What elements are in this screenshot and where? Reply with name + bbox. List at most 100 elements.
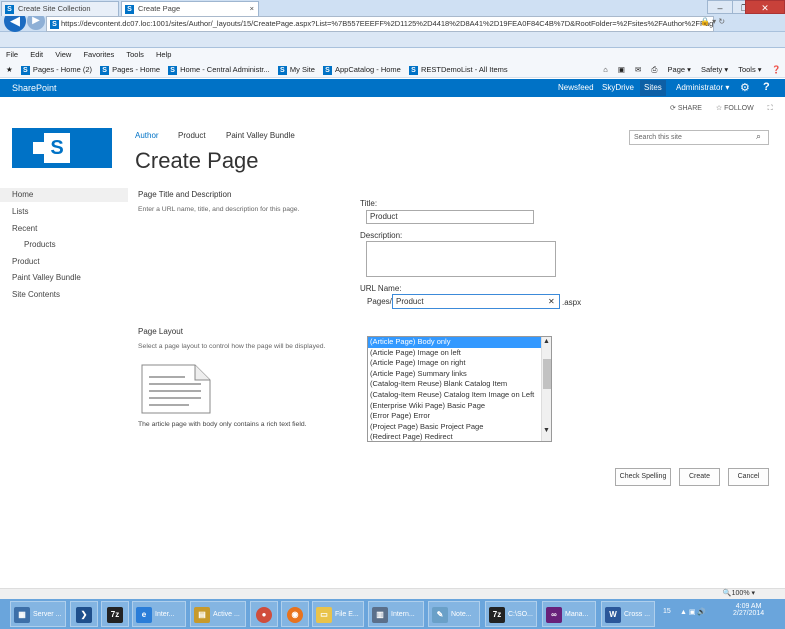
help-icon[interactable]: ? [763, 81, 770, 93]
powershell-icon: ❯ [76, 607, 92, 623]
nav-home[interactable]: Home [0, 188, 128, 202]
safety-menu[interactable]: Safety ▾ [701, 65, 728, 74]
nav-paint-valley-bundle[interactable]: Paint Valley Bundle [12, 273, 81, 282]
page-layout-listbox[interactable]: (Article Page) Body only (Article Page) … [367, 336, 552, 442]
check-spelling-button[interactable]: Check Spelling [615, 468, 671, 486]
taskbar-7zip-window[interactable]: 7z C:\SO... [485, 601, 537, 627]
close-tab-icon[interactable]: × [250, 2, 254, 16]
page-menu[interactable]: Page ▾ [668, 65, 691, 74]
skydrive-link[interactable]: SkyDrive [602, 83, 634, 92]
create-button[interactable]: Create [679, 468, 720, 486]
tab-create-site-collection[interactable]: S Create Site Collection [1, 1, 119, 16]
layout-option[interactable]: (Article Page) Summary links [368, 369, 551, 380]
favorites-star-icon[interactable]: ★ [4, 62, 13, 78]
menu-favorites[interactable]: Favorites [83, 50, 114, 59]
taskbar-notepad[interactable]: ✎ Note... [428, 601, 480, 627]
mail-icon[interactable]: ✉ [635, 65, 641, 74]
chrome-icon: ● [256, 607, 272, 623]
favorite-link[interactable]: S RESTDemoList - All Items [408, 62, 508, 78]
layout-option-selected[interactable]: (Article Page) Body only [368, 337, 541, 348]
menu-file[interactable]: File [6, 50, 18, 59]
menu-tools[interactable]: Tools [126, 50, 144, 59]
favorite-link[interactable]: S Pages - Home (2) [20, 62, 92, 78]
menu-help[interactable]: Help [156, 50, 171, 59]
scroll-down-icon[interactable]: ▼ [543, 427, 550, 434]
layout-list-scrollbar[interactable]: ▲ ▼ [541, 337, 551, 441]
menu-view[interactable]: View [55, 50, 71, 59]
taskbar-chrome[interactable]: ● [250, 601, 278, 627]
scrollbar-thumb[interactable] [543, 359, 551, 389]
help-icon[interactable]: ❓ [772, 65, 781, 74]
layout-option[interactable]: (Error Page) Error [368, 411, 551, 422]
layout-option[interactable]: (Redirect Page) Redirect [368, 432, 551, 441]
nav-site-contents[interactable]: Site Contents [12, 290, 60, 299]
share-button[interactable]: ⟳ SHARE [670, 105, 708, 112]
home-icon[interactable]: ⌂ [603, 65, 608, 74]
taskbar-active-directory[interactable]: ▤ Active ... [190, 601, 246, 627]
favorite-link[interactable]: S My Site [277, 62, 315, 78]
layout-option[interactable]: (Catalog-Item Reuse) Catalog Item Image … [368, 390, 551, 401]
taskbar-word[interactable]: W Cross ... [601, 601, 655, 627]
layout-option[interactable]: (Project Page) Basic Project Page [368, 422, 551, 433]
favorite-link[interactable]: S Pages - Home [100, 62, 160, 78]
address-actions[interactable]: 🔒 ▾ ↻ [700, 17, 725, 26]
url-prefix: Pages/ [367, 297, 392, 306]
favorite-link[interactable]: S Home - Central Administr... [168, 62, 270, 78]
feeds-icon[interactable]: ▣ [618, 65, 625, 74]
taskbar-visual-studio[interactable]: ∞ Mana... [542, 601, 596, 627]
taskbar-firefox[interactable]: ◉ [281, 601, 309, 627]
tab-create-page[interactable]: S Create Page × [121, 1, 259, 16]
visual-studio-icon: ∞ [546, 607, 562, 623]
print-icon[interactable]: ⎙ [651, 65, 657, 74]
settings-gear-icon[interactable]: ⚙ [740, 81, 750, 94]
server-manager-icon: ▦ [14, 607, 30, 623]
newsfeed-link[interactable]: Newsfeed [558, 83, 594, 92]
close-window-button[interactable]: ✕ [745, 0, 785, 14]
search-input[interactable]: Search this site [629, 130, 769, 145]
layout-option[interactable]: (Enterprise Wiki Page) Basic Page [368, 401, 551, 412]
breadcrumb-product[interactable]: Product [178, 131, 206, 140]
taskbar-clock[interactable]: 4:09 AM 2/27/2014 [733, 603, 764, 617]
sharepoint-logo-icon: S [44, 133, 70, 163]
sharepoint-brand[interactable]: SharePoint [12, 83, 57, 93]
nav-lists[interactable]: Lists [12, 207, 28, 216]
tools-menu[interactable]: Tools ▾ [738, 65, 761, 74]
taskbar-internet-explorer[interactable]: e Inter... [132, 601, 186, 627]
focus-content-icon[interactable]: ⛶ [768, 105, 773, 112]
nav-recent[interactable]: Recent [12, 224, 37, 233]
section-page-layout-heading: Page Layout [138, 327, 183, 336]
zoom-control[interactable]: 🔍100% ▾ [723, 588, 755, 599]
title-field[interactable]: Product [366, 210, 534, 224]
layout-option[interactable]: (Article Page) Image on left [368, 348, 551, 359]
description-field[interactable] [366, 241, 556, 277]
clear-input-icon[interactable]: ✕ [548, 297, 555, 306]
minimize-button[interactable]: – [707, 0, 733, 14]
share-follow-bar: ⟳ SHARE ☆ FOLLOW ⛶ [670, 104, 779, 113]
sites-link[interactable]: Sites [640, 80, 666, 96]
layout-option[interactable]: (Article Page) Image on right [368, 358, 551, 369]
sharepoint-fav-icon: S [168, 66, 178, 75]
menu-edit[interactable]: Edit [30, 50, 43, 59]
user-menu[interactable]: Administrator ▾ [676, 83, 729, 92]
cancel-button[interactable]: Cancel [728, 468, 769, 486]
tray-counter[interactable]: 15 [663, 608, 671, 615]
breadcrumb-paint-valley-bundle[interactable]: Paint Valley Bundle [226, 131, 295, 140]
taskbar-iis-manager[interactable]: ▥ Intern... [368, 601, 424, 627]
follow-button[interactable]: ☆ FOLLOW [716, 105, 760, 112]
taskbar-powershell[interactable]: ❯ [70, 601, 98, 627]
url-name-field[interactable]: Product [392, 294, 560, 309]
taskbar-7zip[interactable]: 7z [101, 601, 129, 627]
scroll-up-icon[interactable]: ▲ [543, 338, 550, 345]
nav-product[interactable]: Product [12, 257, 40, 266]
tray-icons[interactable]: ▲ ▣ 🔊 [680, 608, 706, 616]
search-icon[interactable]: ⌕ [756, 131, 761, 142]
taskbar-server-manager[interactable]: ▦ Server ... [10, 601, 66, 627]
breadcrumb-author[interactable]: Author [135, 131, 159, 140]
sharepoint-fav-icon: S [20, 66, 30, 75]
favorite-link[interactable]: S AppCatalog - Home [322, 62, 401, 78]
nav-products[interactable]: Products [24, 240, 56, 249]
layout-option[interactable]: (Catalog-Item Reuse) Blank Catalog Item [368, 379, 551, 390]
site-favicon-icon: S [50, 20, 59, 29]
taskbar-file-explorer[interactable]: ▭ File E... [312, 601, 364, 627]
address-bar[interactable]: S https://devcontent.dc07.loc:1001/sites… [46, 16, 714, 32]
